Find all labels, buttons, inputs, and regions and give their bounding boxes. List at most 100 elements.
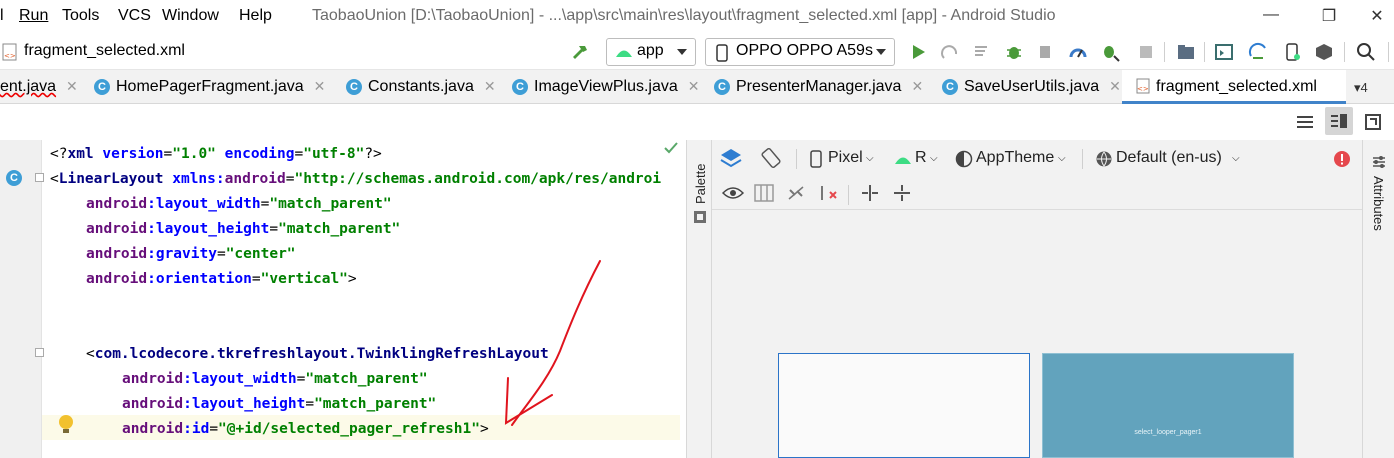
tab-imageviewplus[interactable]: C ImageViewPlus.java ✕ [512, 70, 702, 104]
toolbar-separator [1164, 42, 1165, 62]
menu-tools[interactable]: Tools [62, 7, 99, 25]
constraints-icon[interactable] [754, 184, 774, 202]
menu-item-partial[interactable]: l [0, 7, 4, 25]
run-config-label: app [637, 42, 664, 59]
fold-marker-icon[interactable] [35, 348, 44, 357]
phone-icon [716, 44, 728, 62]
fold-marker-icon[interactable] [35, 173, 44, 182]
close-tab-icon[interactable]: ✕ [484, 78, 496, 94]
breadcrumb-file[interactable]: fragment_selected.xml [24, 42, 185, 60]
maximize-icon[interactable]: ❐ [1318, 6, 1340, 26]
code-line-5: android:gravity="center" [86, 246, 296, 262]
close-tab-icon[interactable]: ✕ [314, 78, 326, 94]
class-icon: C [942, 79, 958, 95]
palette-tab[interactable]: Palette [693, 164, 708, 204]
chevron-down-icon[interactable]: ⌵ [930, 153, 938, 164]
split-view-button[interactable] [1325, 107, 1353, 135]
api-level-selector[interactable]: R [915, 149, 927, 167]
run-with-coverage-icon[interactable] [1036, 42, 1056, 62]
eye-icon[interactable] [722, 185, 744, 201]
tab-overflow-button[interactable]: ▾4 [1354, 80, 1368, 96]
stop-icon[interactable] [1136, 42, 1156, 62]
phone-icon [810, 150, 822, 168]
tab-ent-java[interactable]: ent.java ✕ [0, 70, 82, 104]
tab-fragment-selected[interactable]: <> fragment_selected.xml [1122, 70, 1346, 104]
device-manager-icon[interactable] [1282, 42, 1302, 62]
chevron-down-icon[interactable]: ⌵ [1058, 153, 1066, 164]
pack-horizontal-icon[interactable] [860, 184, 880, 202]
tab-saveuserutils[interactable]: C SaveUserUtils.java ✕ [942, 70, 1121, 104]
toolbar-separator [1388, 42, 1389, 62]
menu-run[interactable]: Run [19, 7, 48, 25]
apply-changes-icon[interactable] [940, 42, 960, 62]
sync-project-icon[interactable] [1214, 42, 1234, 62]
close-tab-icon[interactable]: ✕ [66, 78, 78, 94]
palette-icon [694, 211, 706, 223]
editor-tabs: ent.java ✕ C HomePagerFragment.java ✕ C Cons… [0, 70, 1394, 104]
class-icon: C [714, 79, 730, 95]
avd-manager-icon[interactable] [1248, 42, 1268, 62]
search-icon[interactable] [1356, 42, 1376, 62]
code-line-1: <?xml version="1.0" encoding="utf-8"?> [50, 146, 382, 162]
minimize-icon[interactable]: — [1260, 6, 1282, 26]
tab-constants[interactable]: C Constants.java ✕ [346, 70, 498, 104]
pack-vertical-icon[interactable] [892, 184, 912, 202]
tab-label: ent.java [0, 78, 57, 95]
tab-label: SaveUserUtils.java [964, 78, 1100, 95]
chevron-down-icon[interactable]: ⌵ [866, 153, 874, 164]
attributes-strip: Attributes [1362, 140, 1394, 458]
orientation-icon[interactable] [760, 147, 782, 169]
tab-presentermanager[interactable]: C PresenterManager.java ✕ [714, 70, 930, 104]
editor-gutter: C [0, 140, 44, 458]
class-gutter-icon[interactable]: C [6, 170, 22, 186]
run-icon[interactable] [908, 42, 928, 62]
toolbar-separator [1204, 42, 1205, 62]
device-selector[interactable]: Pixel [828, 149, 863, 167]
split-view-icon [1331, 114, 1347, 128]
autoconnect-off-icon[interactable] [786, 184, 806, 202]
code-line-11: android:layout_height="match_parent" [122, 396, 437, 412]
design-view-icon[interactable] [1364, 113, 1382, 131]
layers-icon[interactable] [720, 147, 742, 169]
code-view-icon[interactable] [1296, 114, 1314, 130]
device-select[interactable]: OPPO OPPO A59s [705, 38, 895, 66]
menu-window[interactable]: Window [162, 7, 219, 25]
code-line-12: android:id="@+id/selected_pager_refresh1… [122, 421, 489, 437]
close-window-icon[interactable]: ✕ [1366, 6, 1388, 26]
locale-selector[interactable]: Default (en-us) [1116, 149, 1222, 167]
menu-vcs[interactable]: VCS [118, 7, 151, 25]
run-config-select[interactable]: app [606, 38, 696, 66]
lightbulb-icon[interactable] [58, 414, 74, 436]
apply-code-changes-icon[interactable] [972, 42, 992, 62]
chevron-down-icon[interactable]: ⌵ [1232, 153, 1240, 164]
attributes-tab[interactable]: Attributes [1371, 176, 1386, 231]
class-icon: C [346, 79, 362, 95]
android-icon [616, 50, 632, 57]
toolbar-separator [796, 149, 797, 169]
android-icon [895, 157, 911, 164]
close-tab-icon[interactable]: ✕ [688, 78, 700, 94]
design-toolbar: Pixel ⌵ R ⌵ AppTheme ⌵ Default (en-us) ⌵ [712, 140, 1362, 210]
xml-file-icon: <> [1136, 78, 1150, 94]
theme-selector[interactable]: AppTheme [976, 149, 1054, 167]
code-line-4: android:layout_height="match_parent" [86, 221, 401, 237]
sdk-manager-icon[interactable] [1314, 42, 1334, 62]
hammer-build-icon[interactable] [570, 42, 590, 62]
design-preview-screen[interactable] [778, 353, 1030, 458]
tab-homepagerfragment[interactable]: C HomePagerFragment.java ✕ [94, 70, 334, 104]
palette-strip: Palette [686, 140, 712, 458]
profile-icon[interactable] [1068, 42, 1088, 62]
blueprint-component-label: select_looper_pager1 [1134, 429, 1202, 436]
close-tab-icon[interactable]: ✕ [1109, 78, 1121, 94]
code-line-6: android:orientation="vertical"> [86, 271, 357, 287]
menu-help[interactable]: Help [239, 7, 272, 25]
error-icon[interactable] [1333, 150, 1351, 168]
blueprint-preview-screen[interactable]: select_looper_pager1 [1042, 353, 1294, 458]
debug-icon[interactable] [1004, 42, 1024, 62]
annotation-arrow [504, 260, 601, 426]
project-structure-icon[interactable] [1176, 42, 1196, 62]
clear-constraints-icon[interactable] [820, 184, 840, 202]
attach-debugger-icon[interactable] [1100, 42, 1120, 62]
close-tab-icon[interactable]: ✕ [911, 78, 923, 94]
theme-icon [955, 150, 973, 168]
